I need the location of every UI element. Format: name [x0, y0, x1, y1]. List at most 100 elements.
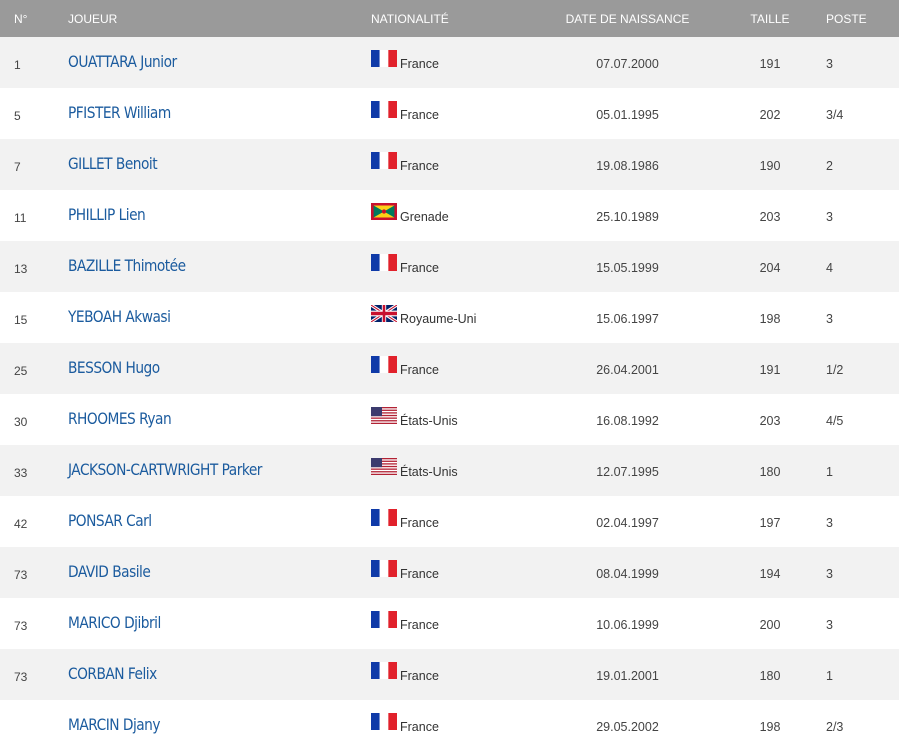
- player-height: 191: [759, 363, 781, 377]
- table-row: 13 BAZILLE Thimotée France 15.05.1999 204 4: [0, 241, 899, 292]
- player-height: 200: [759, 618, 781, 632]
- table-row: 25 BESSON Hugo France 26.04.2001 191 1/2: [0, 343, 899, 394]
- player-nationality: France: [371, 88, 551, 139]
- player-birthdate: 08.04.1999: [596, 567, 659, 581]
- player-height: 202: [759, 108, 781, 122]
- player-name-link[interactable]: YEBOAH Akwasi: [68, 292, 317, 343]
- france-flag-icon: [371, 356, 397, 373]
- player-height: 180: [759, 465, 781, 479]
- player-name-link[interactable]: JACKSON-CARTWRIGHT Parker: [68, 445, 317, 496]
- nationality-label: Grenade: [400, 210, 449, 224]
- player-number: 73: [14, 567, 28, 582]
- table-row: 73 CORBAN Felix France 19.01.2001 180 1: [0, 649, 899, 700]
- player-number: 73: [14, 669, 28, 684]
- player-height: 190: [759, 159, 781, 173]
- nationality-label: France: [400, 159, 439, 173]
- player-number: 13: [14, 261, 28, 276]
- player-height: 203: [759, 414, 781, 428]
- player-position: 3: [826, 618, 833, 632]
- player-name-link[interactable]: PONSAR Carl: [68, 496, 317, 547]
- player-number: 42: [14, 516, 28, 531]
- player-name-link[interactable]: GILLET Benoit: [68, 139, 317, 190]
- table-row: 7 GILLET Benoit France 19.08.1986 190 2: [0, 139, 899, 190]
- player-birthdate: 16.08.1992: [596, 414, 659, 428]
- player-birthdate: 26.04.2001: [596, 363, 659, 377]
- player-birthdate: 10.06.1999: [596, 618, 659, 632]
- player-number: 73: [14, 618, 28, 633]
- player-position: 4: [826, 261, 833, 275]
- player-number: 15: [14, 312, 28, 327]
- player-birthdate: 19.01.2001: [596, 669, 659, 683]
- header-birthdate: DATE DE NAISSANCE: [565, 12, 690, 26]
- nationality-label: Royaume-Uni: [400, 312, 477, 326]
- player-number: 25: [14, 363, 28, 378]
- header-num: N°: [14, 12, 28, 26]
- player-position: 3/4: [826, 108, 844, 122]
- player-nationality: France: [371, 139, 551, 190]
- player-birthdate: 25.10.1989: [596, 210, 659, 224]
- player-name-link[interactable]: BAZILLE Thimotée: [68, 241, 317, 292]
- nationality-label: États-Unis: [400, 465, 458, 479]
- nationality-label: France: [400, 261, 439, 275]
- united-states-flag-icon: [371, 458, 397, 475]
- france-flag-icon: [371, 611, 397, 628]
- nationality-label: France: [400, 669, 439, 683]
- france-flag-icon: [371, 101, 397, 118]
- player-name-link[interactable]: MARCIN Djany: [68, 700, 317, 751]
- player-height: 198: [759, 312, 781, 326]
- header-position: POSTE: [826, 12, 867, 26]
- player-height: 198: [759, 720, 781, 734]
- player-nationality: France: [371, 241, 551, 292]
- player-name-link[interactable]: BESSON Hugo: [68, 343, 317, 394]
- france-flag-icon: [371, 152, 397, 169]
- player-nationality: États-Unis: [371, 394, 551, 445]
- table-header: N° JOUEUR NATIONALITÉ DATE DE NAISSANCE …: [0, 0, 899, 37]
- player-name-link[interactable]: DAVID Basile: [68, 547, 317, 598]
- player-nationality: France: [371, 37, 551, 88]
- player-birthdate: 12.07.1995: [596, 465, 659, 479]
- player-birthdate: 15.06.1997: [596, 312, 659, 326]
- player-birthdate: 02.04.1997: [596, 516, 659, 530]
- united-states-flag-icon: [371, 407, 397, 424]
- grenada-flag-icon: [371, 203, 397, 220]
- player-position: 1/2: [826, 363, 844, 377]
- france-flag-icon: [371, 254, 397, 271]
- united-kingdom-flag-icon: [370, 303, 398, 324]
- player-birthdate: 19.08.1986: [596, 159, 659, 173]
- player-nationality: France: [371, 547, 551, 598]
- table-row: 73 MARICO Djibril France 10.06.1999 200 3: [0, 598, 899, 649]
- player-name-link[interactable]: MARICO Djibril: [68, 598, 317, 649]
- header-player: JOUEUR: [68, 12, 118, 26]
- nationality-label: États-Unis: [400, 414, 458, 428]
- player-height: 203: [759, 210, 781, 224]
- table-row: 11 PHILLIP Lien Grenade 25.10.1989 203 3: [0, 190, 899, 241]
- player-position: 3: [826, 516, 833, 530]
- player-position: 1: [826, 669, 833, 683]
- table-row: 15 YEBOAH Akwasi Royaume-Uni 15.06.1997 198 3: [0, 292, 899, 343]
- player-nationality: États-Unis: [371, 445, 551, 496]
- france-flag-icon: [371, 509, 397, 526]
- player-height: 204: [759, 261, 781, 275]
- player-name-link[interactable]: RHOOMES Ryan: [68, 394, 317, 445]
- table-row: 5 PFISTER William France 05.01.1995 202 3/4: [0, 88, 899, 139]
- player-number: 11: [14, 210, 27, 225]
- player-nationality: France: [371, 700, 551, 751]
- player-number: [14, 700, 54, 751]
- player-name-link[interactable]: CORBAN Felix: [68, 649, 317, 700]
- player-height: 197: [759, 516, 781, 530]
- player-name-link[interactable]: OUATTARA Junior: [68, 37, 317, 88]
- player-name-link[interactable]: PHILLIP Lien: [68, 190, 317, 241]
- header-nationality: NATIONALITÉ: [371, 12, 449, 26]
- player-nationality: France: [371, 343, 551, 394]
- player-height: 194: [759, 567, 781, 581]
- player-name-link[interactable]: PFISTER William: [68, 88, 317, 139]
- player-nationality: France: [371, 598, 551, 649]
- player-nationality: France: [371, 649, 551, 700]
- table-body: 1 OUATTARA Junior France 07.07.2000 191 3 5 PFI…: [0, 37, 899, 751]
- player-number: 5: [14, 108, 21, 123]
- player-position: 3: [826, 57, 833, 71]
- france-flag-icon: [371, 713, 397, 730]
- header-height: TAILLE: [750, 12, 790, 26]
- table-row: MARCIN Djany France 29.05.2002 198 2/3: [0, 700, 899, 751]
- table-row: 33 JACKSON-CARTWRIGHT Parker États-Unis 12.…: [0, 445, 899, 496]
